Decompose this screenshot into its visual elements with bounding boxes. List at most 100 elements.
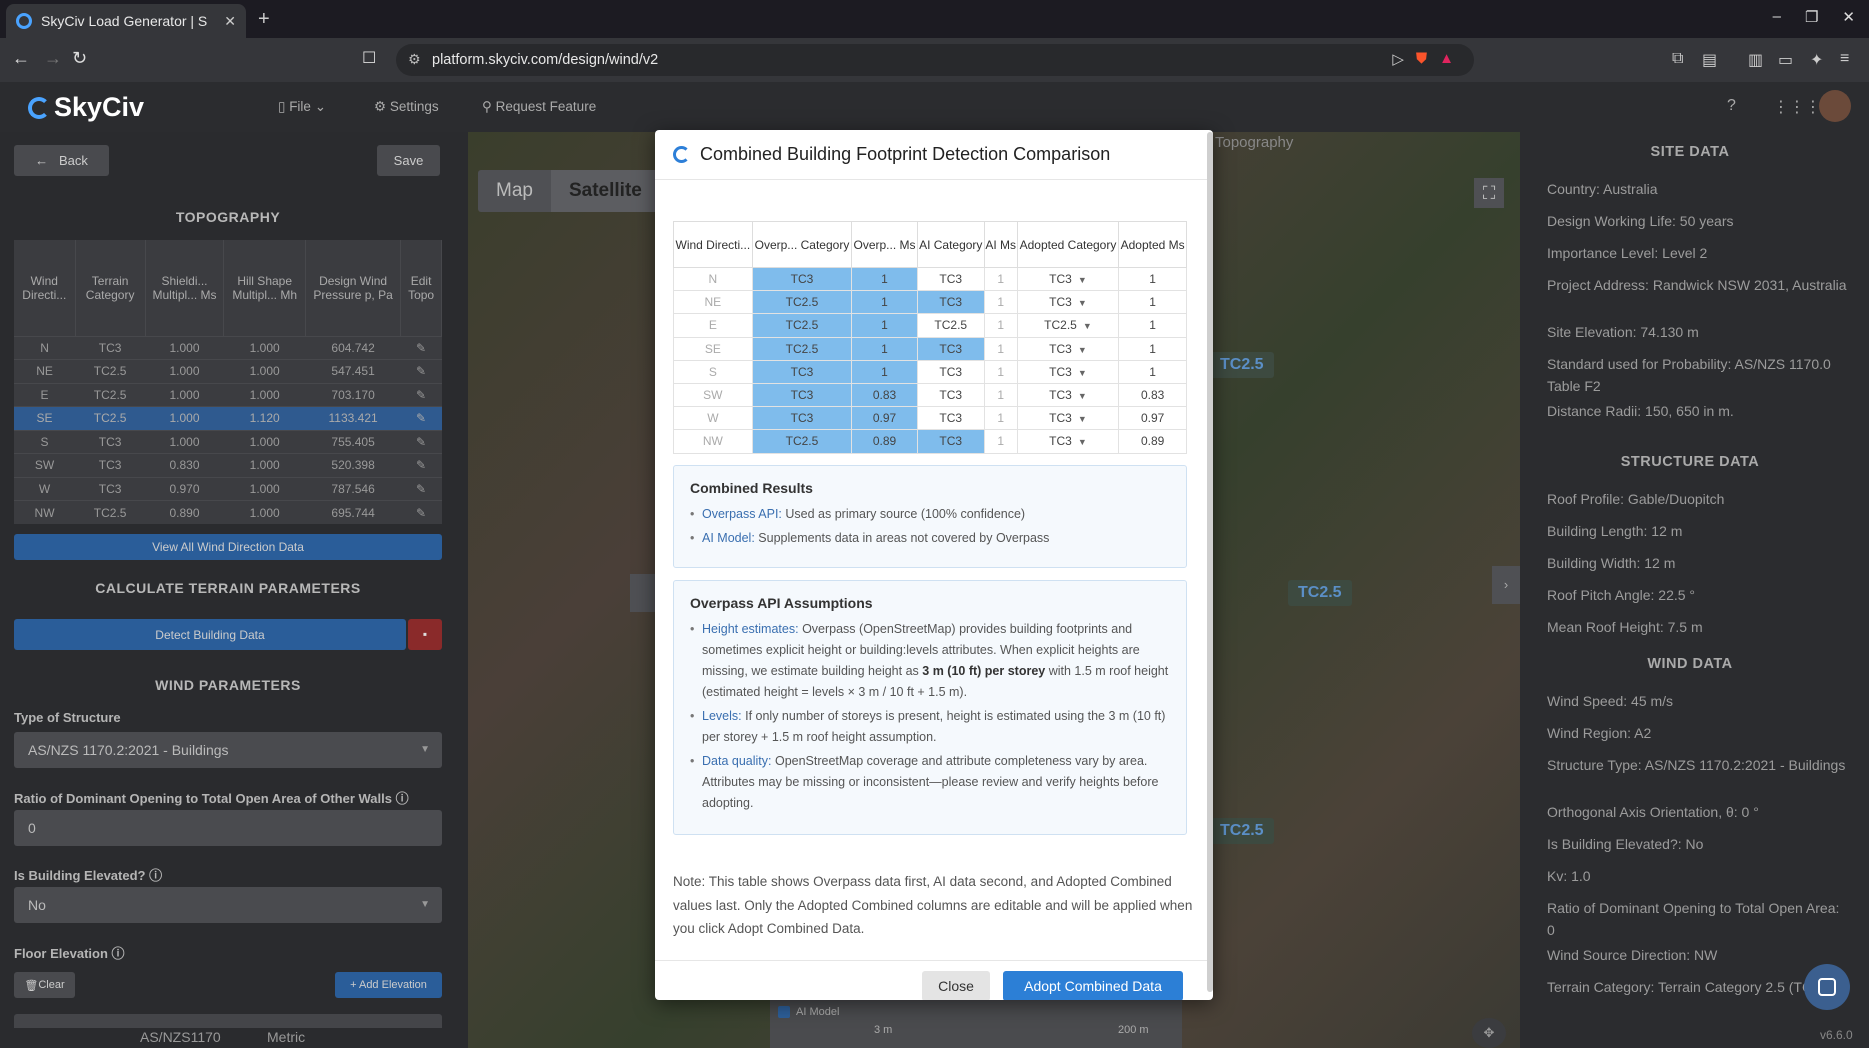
settings-menu[interactable]: ⚙ Settings	[374, 99, 439, 115]
units-status: Metric	[267, 1029, 306, 1045]
reload-icon[interactable]: ↻	[72, 48, 87, 69]
clear-button[interactable]: 🗑 Clear	[14, 972, 75, 998]
edit-pencil-icon[interactable]: ✎	[400, 335, 442, 360]
maximize-icon[interactable]: ❐	[1805, 8, 1818, 26]
user-avatar[interactable]	[1819, 90, 1851, 122]
table-cell-terrain[interactable]: TC2.5	[75, 406, 146, 430]
back-button[interactable]: ← Back	[14, 145, 109, 176]
satellite-button[interactable]: Satellite	[550, 170, 660, 212]
bookmark-icon[interactable]: ☐	[362, 48, 376, 68]
adopted-category-select[interactable]: TC2.5 ▼	[1016, 313, 1120, 338]
modal-scrollbar[interactable]	[1207, 132, 1213, 992]
chat-support-button[interactable]	[1804, 964, 1850, 1010]
overpass-category-cell: TC3	[751, 359, 853, 384]
adopted-ms-input[interactable]: 1	[1118, 266, 1187, 292]
table-row[interactable]: SW TC3 0.830 1.000 520.398 ✎	[14, 453, 442, 477]
table-row[interactable]: NE TC2.5 1.000 1.000 547.451 ✎	[14, 359, 442, 383]
table-cell-terrain[interactable]: TC2.5	[75, 359, 146, 383]
adopted-ms-input[interactable]: 1	[1118, 290, 1187, 315]
edit-pencil-icon[interactable]: ✎	[400, 406, 442, 430]
sidebar-icon[interactable]: ▥	[1748, 50, 1763, 70]
chevron-right-icon[interactable]: ›	[1492, 566, 1520, 604]
adopted-ms-input[interactable]: 1	[1118, 336, 1187, 361]
adopted-category-select[interactable]: TC3 ▼	[1016, 266, 1120, 292]
note-text: Note: This table shows Overpass data fir…	[673, 874, 1193, 936]
brave-rewards-icon[interactable]: ▲	[1439, 50, 1454, 68]
table-cell-terrain[interactable]: TC3	[75, 476, 146, 501]
adopt-combined-data-button[interactable]: Adopt Combined Data	[1003, 971, 1183, 1000]
edit-pencil-icon[interactable]: ✎	[400, 382, 442, 407]
adopted-ms-input[interactable]: 0.89	[1118, 429, 1187, 454]
table-cell-terrain[interactable]: TC2.5	[75, 500, 146, 524]
add-elevation-button[interactable]: + Add Elevation	[335, 972, 442, 998]
close-button[interactable]: Close	[922, 971, 990, 1000]
map-side-handle[interactable]	[630, 574, 655, 612]
help-icon[interactable]: ?	[1727, 97, 1736, 115]
table-row[interactable]: NW TC2.5 0.890 1.000 695.744 ✎	[14, 500, 442, 524]
edit-pencil-icon[interactable]: ✎	[400, 453, 442, 477]
extensions-icon[interactable]: ⧉	[1672, 50, 1683, 68]
fullscreen-icon[interactable]: ⛶	[1474, 178, 1504, 208]
caret-down-icon: ▼	[1077, 275, 1087, 286]
apps-grid-icon[interactable]: ⋮⋮⋮	[1773, 97, 1821, 117]
type-of-structure-select[interactable]: AS/NZS 1170.2:2021 - Buildings ▼	[14, 732, 442, 768]
floor-elevation-label: Floor Elevation ⓘ	[14, 946, 125, 961]
adopted-category-select[interactable]: TC3 ▼	[1016, 290, 1120, 315]
table-row[interactable]: N TC3 1.000 1.000 604.742 ✎	[14, 335, 442, 360]
ai-model-checkbox[interactable]	[778, 1006, 790, 1018]
adopted-category-select[interactable]: TC3 ▼	[1016, 429, 1120, 454]
compass-icon[interactable]: ✥	[1472, 1018, 1506, 1048]
edit-pencil-icon[interactable]: ✎	[400, 359, 442, 383]
table-cell-terrain[interactable]: TC3	[75, 453, 146, 477]
topography-tab[interactable]: Topography	[1215, 134, 1293, 151]
edit-pencil-icon[interactable]: ✎	[400, 500, 442, 524]
share-icon[interactable]: ▷	[1392, 50, 1404, 68]
table-row[interactable]: S TC3 1.000 1.000 755.405 ✎	[14, 429, 442, 454]
adopted-ms-input[interactable]: 0.83	[1118, 382, 1187, 408]
map-button[interactable]: Map	[478, 170, 551, 212]
wallet-icon[interactable]: ▭	[1778, 50, 1793, 70]
brave-shield-icon[interactable]: ⛊	[1416, 50, 1427, 68]
table-row[interactable]: E TC2.5 1.000 1.000 703.170 ✎	[14, 382, 442, 407]
minimize-icon[interactable]: –	[1773, 8, 1781, 26]
file-menu[interactable]: ▯ File ⌄	[278, 99, 326, 115]
adopted-ms-input[interactable]: 1	[1118, 313, 1187, 338]
browser-tab[interactable]: SkyCiv Load Generator | S ✕	[6, 4, 246, 38]
detect-building-data-button[interactable]: Detect Building Data	[14, 619, 406, 650]
close-window-icon[interactable]: ✕	[1842, 8, 1855, 26]
leo-ai-icon[interactable]: ✦	[1810, 50, 1823, 70]
new-tab-icon[interactable]: +	[258, 8, 270, 31]
direction-cell: N	[673, 266, 753, 292]
forward-arrow-icon[interactable]: →	[44, 48, 62, 69]
adopted-category-select[interactable]: TC3 ▼	[1016, 382, 1120, 408]
map-type-toggle[interactable]: Map Satellite	[478, 170, 660, 212]
edit-pencil-icon[interactable]: ✎	[400, 476, 442, 501]
edit-pencil-icon[interactable]: ✎	[400, 429, 442, 454]
table-cell-ms: 0.890	[145, 500, 224, 524]
adopted-category-select[interactable]: TC3 ▼	[1016, 336, 1120, 361]
is-building-elevated-select[interactable]: No ▼	[14, 887, 442, 923]
delete-icon[interactable]: ▪	[408, 619, 442, 650]
reader-icon[interactable]: ▤	[1702, 50, 1717, 70]
site-info-icon[interactable]: ⚙	[408, 51, 421, 68]
adopted-ms-input[interactable]: 1	[1118, 359, 1187, 384]
address-bar[interactable]: ⚙ platform.skyciv.com/design/wind/v2 ▷ ⛊…	[396, 44, 1474, 76]
ratio-input[interactable]: 0	[14, 810, 442, 846]
adopted-category-select[interactable]: TC3 ▼	[1016, 359, 1120, 384]
skyciv-logo[interactable]: SkyCiv	[28, 92, 144, 123]
adopted-ms-input[interactable]: 0.97	[1118, 406, 1187, 431]
back-arrow-icon[interactable]: ←	[12, 48, 30, 69]
table-cell-terrain[interactable]: TC2.5	[75, 382, 146, 407]
table-cell-mh: 1.120	[223, 406, 306, 430]
column-header: Overp... Category	[751, 221, 853, 268]
close-tab-icon[interactable]: ✕	[224, 13, 236, 30]
request-feature-menu[interactable]: ⚲ Request Feature	[482, 99, 596, 115]
table-row[interactable]: W TC3 0.970 1.000 787.546 ✎	[14, 476, 442, 501]
adopted-category-select[interactable]: TC3 ▼	[1016, 406, 1120, 431]
save-button[interactable]: Save	[377, 145, 440, 176]
table-cell-terrain[interactable]: TC3	[75, 335, 146, 360]
table-cell-terrain[interactable]: TC3	[75, 429, 146, 454]
table-row[interactable]: SE TC2.5 1.000 1.120 1133.421 ✎	[14, 406, 442, 430]
view-all-wind-direction-button[interactable]: View All Wind Direction Data	[14, 534, 442, 560]
browser-menu-icon[interactable]: ≡	[1840, 50, 1849, 68]
